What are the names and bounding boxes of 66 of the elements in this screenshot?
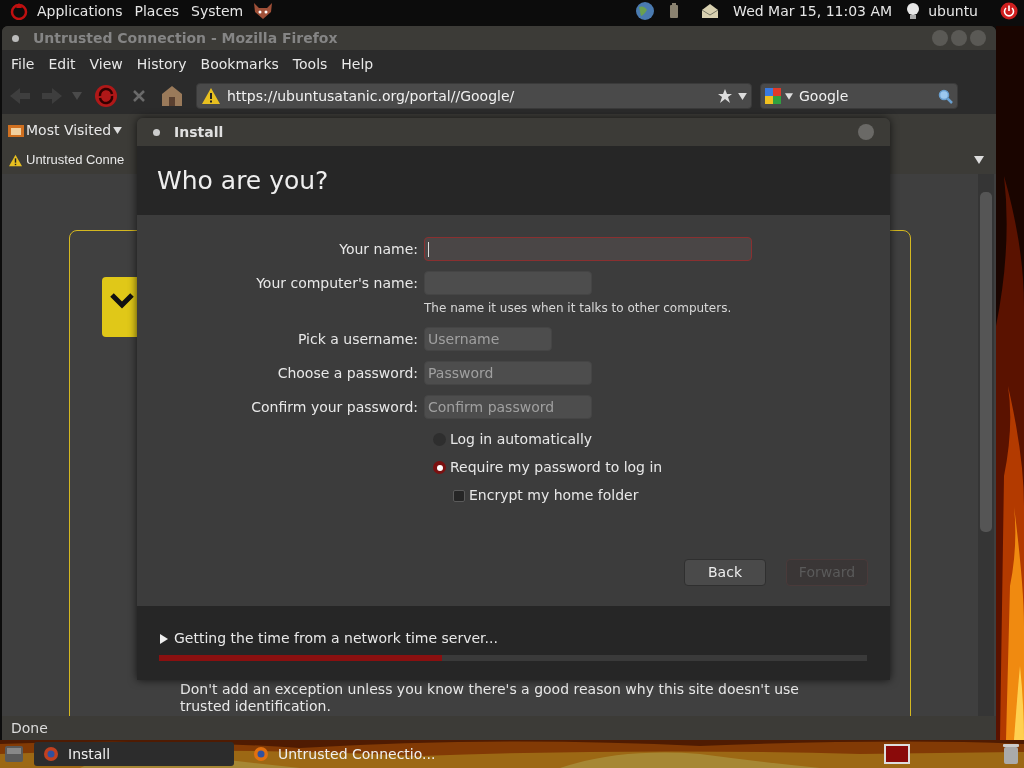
warning-icon — [201, 87, 221, 105]
menu-item[interactable]: History — [129, 53, 194, 75]
dropdown-icon[interactable] — [785, 92, 793, 100]
taskbar-button[interactable]: Untrusted Connectio... — [244, 742, 444, 766]
address-field[interactable]: https://ubuntusatanic.org/portal//Google/ — [196, 83, 752, 109]
reload-icon[interactable] — [94, 84, 118, 108]
field-label: Your name: — [338, 240, 419, 259]
lightbulb-icon[interactable] — [906, 2, 921, 20]
search-icon[interactable] — [938, 88, 953, 104]
field-label: Pick a username: — [296, 330, 419, 349]
desktop-icon[interactable] — [4, 744, 24, 764]
battery-icon[interactable] — [669, 3, 680, 19]
power-icon[interactable] — [1000, 2, 1018, 20]
mail-icon[interactable] — [701, 3, 720, 19]
text-cursor — [428, 241, 429, 257]
folder-icon — [8, 123, 24, 137]
tab-list-icon[interactable] — [974, 156, 984, 164]
panel-menu[interactable]: Places — [134, 0, 180, 22]
taskbar-button[interactable]: Install — [34, 742, 234, 766]
dropdown-icon — [113, 126, 123, 134]
maximize-button[interactable] — [951, 30, 967, 46]
checkbox[interactable] — [453, 489, 465, 502]
search-field[interactable]: Google — [760, 83, 958, 109]
menu-item[interactable]: Help — [334, 53, 381, 75]
status-text: Done — [11, 718, 48, 738]
dialog-heading: Who are you? — [157, 164, 329, 197]
field-label: Your computer's name: — [255, 274, 419, 293]
wizard-button[interactable]: Back — [684, 559, 766, 586]
menu-item[interactable]: File — [4, 53, 42, 75]
menu-item[interactable]: View — [82, 53, 130, 75]
expander-icon — [159, 633, 169, 644]
bookmarks-menu[interactable]: Most Visited — [8, 119, 123, 141]
radio-option[interactable]: Require my password to log in — [433, 457, 890, 478]
star-icon[interactable] — [718, 89, 732, 103]
browser-tab[interactable]: Untrusted Conne — [8, 150, 125, 170]
fox-icon — [252, 2, 275, 20]
home-icon[interactable] — [160, 85, 184, 107]
trash-icon[interactable] — [1002, 743, 1020, 765]
logo-icon — [10, 2, 28, 20]
menu-item[interactable]: Tools — [285, 53, 335, 75]
field-hint: The name it uses when it talks to other computers. — [424, 300, 732, 317]
user-name[interactable]: ubuntu — [928, 0, 978, 22]
clock[interactable]: Wed Mar 15, 11:03 AM — [733, 0, 893, 22]
field-label: Confirm your password: — [250, 398, 419, 417]
window-title: Untrusted Connection - Mozilla Firefox — [33, 28, 338, 48]
input-field[interactable] — [424, 237, 752, 261]
close-button[interactable] — [970, 30, 986, 46]
menu-item[interactable]: Bookmarks — [193, 53, 286, 75]
menu-item[interactable]: Edit — [41, 53, 83, 75]
field-label: Choose a password: — [276, 364, 419, 383]
panel-menu[interactable]: Applications — [37, 0, 123, 22]
warning-icon — [8, 153, 23, 167]
radio-button[interactable] — [433, 461, 446, 474]
checkbox-option[interactable]: Encrypt my home folder — [453, 485, 890, 506]
warning-text: Don't add an exception unless you know there's a good reason why this site doesn't use trusted identification. — [180, 681, 800, 715]
app-icon — [42, 746, 60, 762]
minimize-button[interactable] — [932, 30, 948, 46]
panel-menu[interactable]: System — [191, 0, 244, 22]
globe-icon[interactable] — [635, 1, 656, 21]
app-icon — [252, 746, 270, 762]
minimize-button[interactable] — [858, 124, 874, 140]
dropdown-icon[interactable] — [738, 92, 747, 100]
stop-icon[interactable] — [132, 89, 146, 103]
dialog-title: Install — [174, 122, 224, 142]
workspace-switcher[interactable] — [884, 744, 910, 764]
radio-option[interactable]: Log in automatically — [433, 429, 890, 450]
